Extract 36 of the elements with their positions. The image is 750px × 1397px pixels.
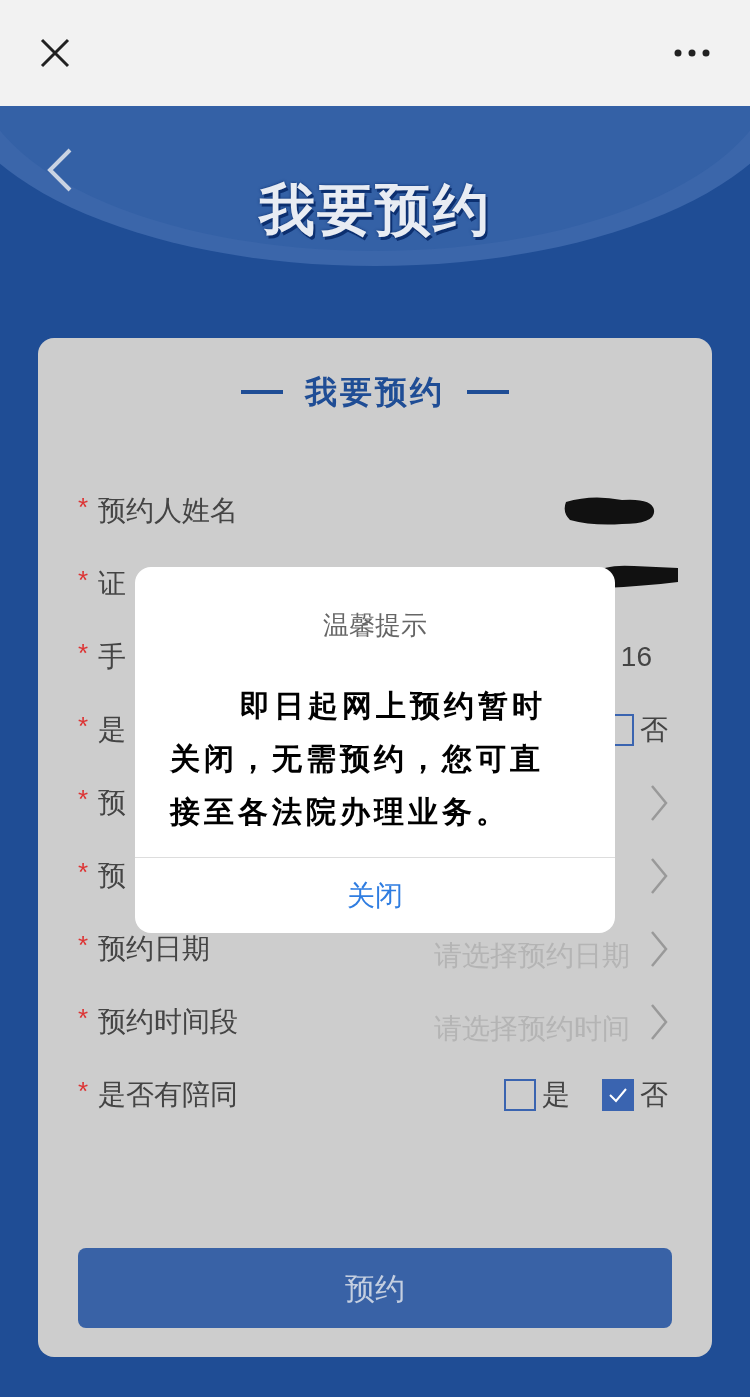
field-label: 预 — [98, 785, 126, 820]
title-dash — [467, 390, 509, 394]
required-mark: * — [78, 783, 90, 816]
title-dash — [241, 390, 283, 394]
more-icon[interactable] — [674, 49, 710, 57]
back-icon[interactable] — [46, 148, 74, 192]
field-label: 是 — [98, 712, 126, 747]
close-icon[interactable] — [40, 38, 70, 68]
submit-button[interactable]: 预约 — [78, 1248, 672, 1328]
field-value: 16 — [620, 639, 652, 674]
required-mark: * — [78, 564, 90, 597]
required-mark: * — [78, 856, 90, 889]
dialog-close-button[interactable]: 关闭 — [135, 857, 615, 933]
check-icon — [608, 1086, 628, 1103]
dialog-title: 温馨提示 — [323, 609, 427, 642]
checkbox[interactable] — [504, 1078, 536, 1111]
required-mark: * — [78, 637, 90, 670]
required-mark: * — [78, 929, 90, 962]
checkbox-label: 是 — [542, 1077, 570, 1112]
form-title: 我要预约 — [305, 373, 445, 412]
checkbox[interactable] — [602, 1078, 634, 1111]
required-mark: * — [78, 710, 90, 743]
field-label: 证 — [98, 566, 126, 601]
checkbox-label: 否 — [640, 712, 668, 747]
required-mark: * — [78, 1002, 90, 1035]
required-mark: * — [78, 491, 90, 524]
field-label: 是否有陪同 — [98, 1077, 238, 1112]
field-label: 预 — [98, 858, 126, 893]
field-label: 预约人姓名 — [98, 493, 238, 528]
field-label: 手 — [98, 639, 126, 674]
page-title: 我要预约 — [259, 177, 491, 243]
checkbox-label: 否 — [640, 1077, 668, 1112]
dialog-message: 即日起网上预约暂时关闭，无需预约，您可直接至各法院办理业务。 — [170, 688, 547, 830]
required-mark: * — [78, 1075, 90, 1108]
field-label: 预约时间段 — [98, 1004, 238, 1039]
field-label: 预约日期 — [98, 931, 210, 966]
